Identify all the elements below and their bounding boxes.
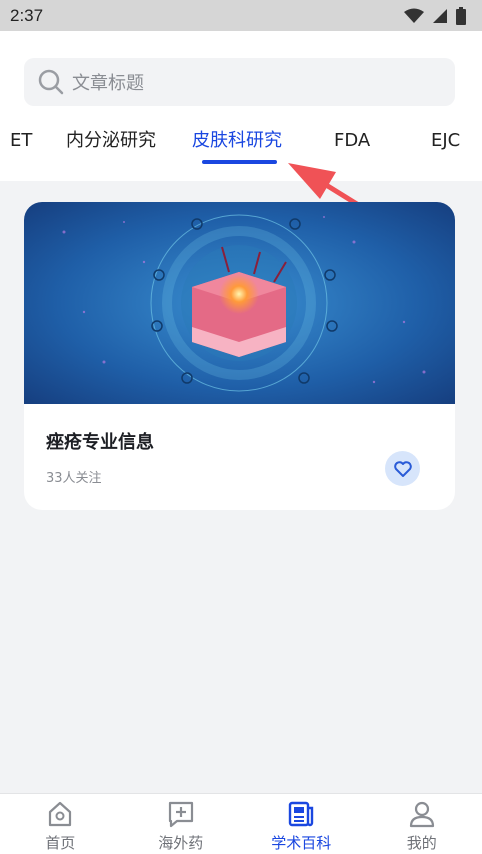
bottom-navigation: 首页 海外药 学术百科 我的 bbox=[0, 793, 482, 854]
favorite-button[interactable] bbox=[385, 451, 420, 486]
tab-ejc[interactable]: EJC bbox=[431, 127, 460, 155]
search-placeholder: 文章标题 bbox=[72, 73, 144, 94]
search-bar[interactable]: 文章标题 bbox=[24, 58, 455, 106]
active-tab-indicator bbox=[202, 160, 277, 164]
tab-fda[interactable]: FDA bbox=[334, 127, 370, 155]
status-icons bbox=[404, 6, 466, 25]
battery-icon bbox=[456, 6, 466, 25]
nav-home-label: 首页 bbox=[45, 834, 76, 852]
nav-profile[interactable]: 我的 bbox=[362, 794, 482, 854]
tab-dermatology[interactable]: 皮肤科研究 bbox=[192, 127, 282, 155]
status-time: 2:37 bbox=[10, 5, 44, 25]
book-icon bbox=[289, 801, 314, 827]
nav-academic-encyclopedia-label: 学术百科 bbox=[271, 834, 332, 852]
status-bar: 2:37 bbox=[0, 0, 482, 31]
nav-academic-encyclopedia[interactable]: 学术百科 bbox=[241, 794, 362, 854]
nav-profile-label: 我的 bbox=[406, 834, 437, 852]
article-title: 痤疮专业信息 bbox=[46, 432, 154, 453]
nav-home[interactable]: 首页 bbox=[0, 794, 121, 854]
nav-overseas-medicine[interactable]: 海外药 bbox=[121, 794, 242, 854]
profile-icon bbox=[409, 801, 434, 828]
tab-et[interactable]: ET bbox=[10, 127, 32, 155]
heart-icon bbox=[393, 460, 412, 477]
follower-count: 33人关注 bbox=[46, 471, 102, 486]
wifi-icon bbox=[404, 8, 424, 23]
tab-endocrine[interactable]: 内分泌研究 bbox=[66, 127, 156, 155]
article-cover-image bbox=[24, 202, 455, 404]
signal-icon bbox=[433, 8, 447, 23]
article-card[interactable]: 痤疮专业信息 33人关注 bbox=[24, 202, 455, 510]
search-icon bbox=[38, 69, 64, 95]
medicine-icon bbox=[168, 801, 193, 828]
nav-overseas-medicine-label: 海外药 bbox=[158, 834, 204, 852]
home-icon bbox=[49, 801, 72, 827]
